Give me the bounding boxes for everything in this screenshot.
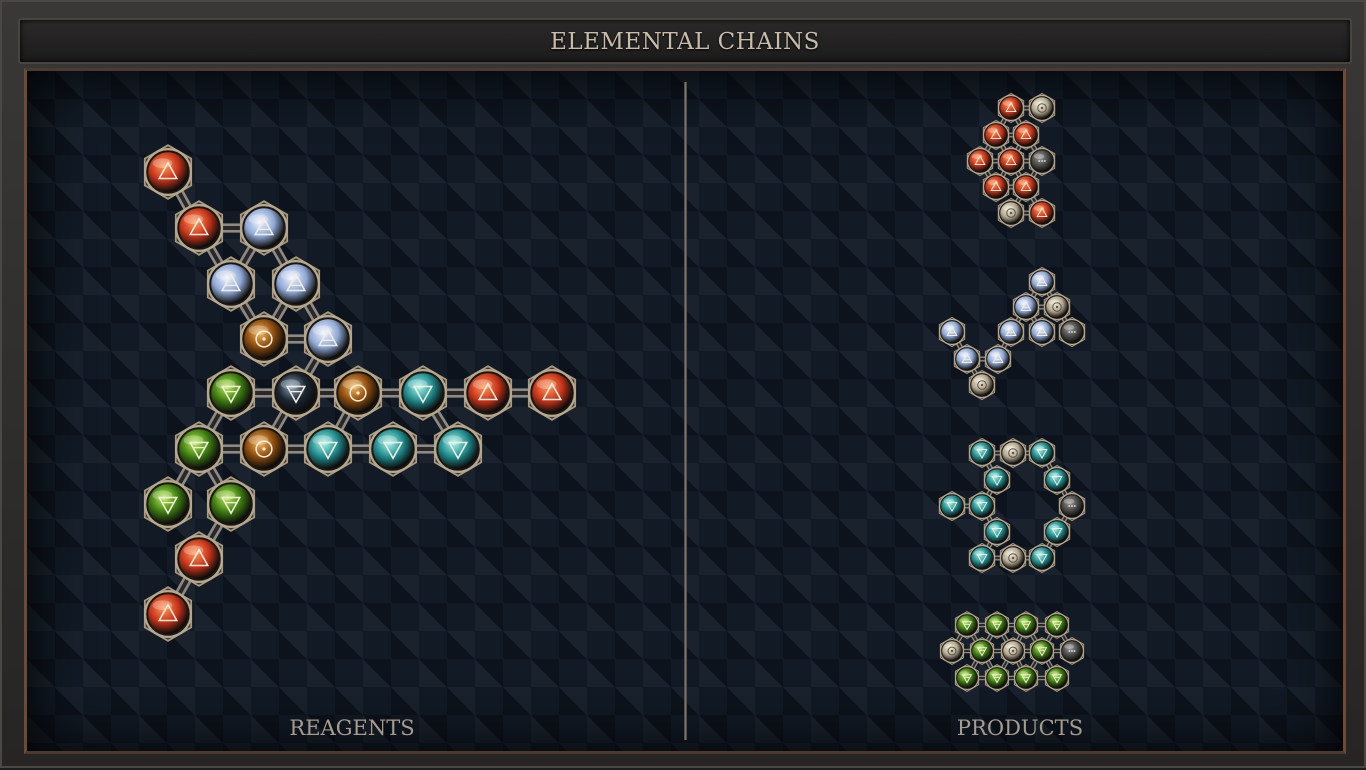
reagent-atom-salt[interactable] <box>239 421 289 477</box>
product-4-atom-mors[interactable] <box>1059 637 1085 665</box>
product-3-atom-water[interactable] <box>983 464 1011 496</box>
product-4-atom-earth[interactable] <box>1044 611 1070 639</box>
product-4-atom-vitae[interactable] <box>939 637 965 665</box>
product-1-atom-fire[interactable] <box>997 145 1025 177</box>
product-3-atom-water[interactable] <box>1028 542 1056 574</box>
product-3-atom-water[interactable] <box>938 490 966 522</box>
product-3-atom-water[interactable] <box>983 516 1011 548</box>
product-4-atom-earth[interactable] <box>1044 664 1070 692</box>
reagent-atom-water[interactable] <box>303 421 353 477</box>
product-3-atom-water[interactable] <box>1043 464 1071 496</box>
reagent-atom-fire[interactable] <box>143 144 193 200</box>
window-frame: ELEMENTAL CHAINS REAGENTS PRODUCTS <box>0 0 1366 768</box>
reagent-atom-fire[interactable] <box>527 365 577 421</box>
product-3-atom-water[interactable] <box>968 542 996 574</box>
product-3-atom-vitae[interactable] <box>999 437 1027 469</box>
product-2-atom-air[interactable] <box>953 343 981 375</box>
reagent-atom-fire[interactable] <box>174 200 224 256</box>
product-3-atom-water[interactable] <box>968 490 996 522</box>
product-3-atom-water[interactable] <box>968 437 996 469</box>
product-2-atom-vitae[interactable] <box>968 369 996 401</box>
product-4-atom-earth[interactable] <box>954 664 980 692</box>
reagent-atom-earth[interactable] <box>206 365 256 421</box>
product-2-atom-air[interactable] <box>984 343 1012 375</box>
product-3-atom-mors[interactable] <box>1058 490 1086 522</box>
reagent-atom-fire[interactable] <box>463 365 513 421</box>
reagent-atom-fire[interactable] <box>143 586 193 642</box>
product-1-atom-vitae[interactable] <box>1028 92 1056 124</box>
reagent-atom-salt[interactable] <box>333 365 383 421</box>
product-2-atom-air[interactable] <box>938 316 966 348</box>
product-1-atom-fire[interactable] <box>997 92 1025 124</box>
reagent-atom-water[interactable] <box>368 421 418 477</box>
product-3-atom-water[interactable] <box>1043 516 1071 548</box>
product-4-atom-earth[interactable] <box>954 611 980 639</box>
product-3-atom-vitae[interactable] <box>999 542 1027 574</box>
product-3-atom-water[interactable] <box>1028 437 1056 469</box>
product-4-atom-earth[interactable] <box>969 637 995 665</box>
product-1-atom-vitae[interactable] <box>997 197 1025 229</box>
reagent-atom-earth[interactable] <box>143 476 193 532</box>
molecule-canvas <box>143 92 1086 692</box>
